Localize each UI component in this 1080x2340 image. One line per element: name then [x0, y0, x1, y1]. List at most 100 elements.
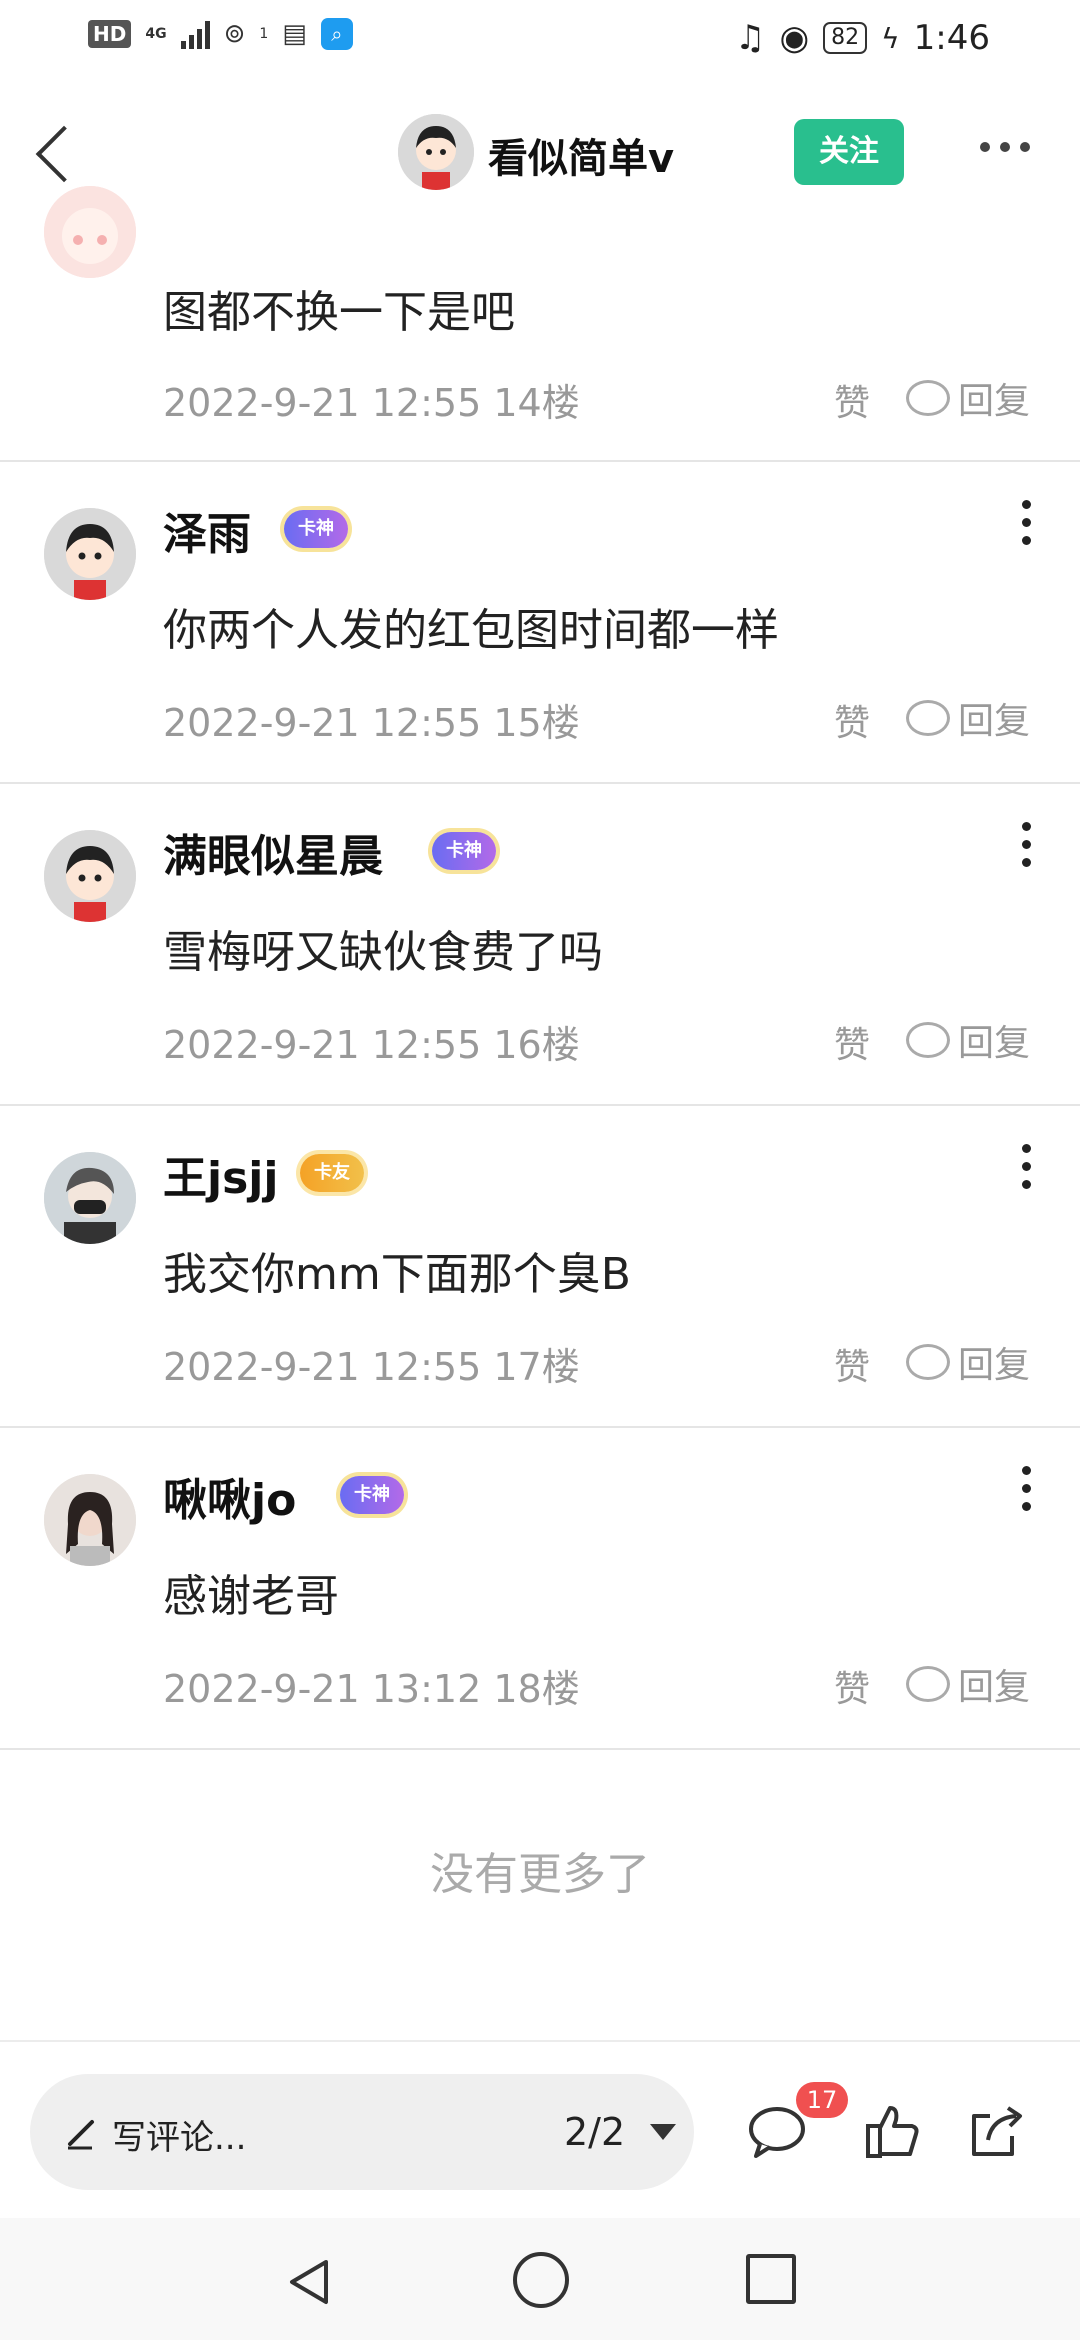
page-title[interactable]: 看似简单v — [488, 126, 674, 184]
nav-recent-apps-icon[interactable] — [746, 2254, 796, 2304]
cartoon-avatar-icon — [44, 508, 136, 600]
hotspot-count: 1 — [259, 26, 269, 42]
commenter-name[interactable]: 满眼似星晨 — [163, 820, 383, 884]
reply-label: 回复 — [958, 1023, 1031, 1064]
comment-more-icon[interactable] — [1020, 500, 1034, 554]
eye-icon: ◉ — [779, 18, 810, 58]
comment-meta: 2022-9-21 12:55 14楼 — [163, 372, 580, 427]
follow-button[interactable]: 关注 — [794, 119, 904, 185]
cartoon-avatar-icon — [44, 830, 136, 922]
commenter-avatar[interactable] — [44, 186, 136, 278]
status-left: HD 4G ⊚ 1 ▤ ⌕ — [88, 18, 353, 50]
comment-bubble-icon — [906, 1666, 950, 1702]
like-button[interactable]: 赞 — [834, 1016, 870, 1068]
commenter-name[interactable]: 啾啾jo — [163, 1464, 296, 1528]
reply-button[interactable]: 回复 — [906, 1014, 1030, 1066]
pencil-icon — [68, 2120, 94, 2150]
comment-meta: 2022-9-21 12:55 17楼 — [163, 1336, 580, 1391]
level-badge: 卡神 — [340, 1476, 404, 1514]
comment-text: 感谢老哥 — [163, 1571, 339, 1622]
nav-home-icon[interactable] — [513, 2252, 569, 2308]
comment-bubble-icon — [906, 1344, 950, 1380]
comment-placeholder: 写评论... — [112, 2118, 247, 2158]
commenter-avatar[interactable] — [44, 830, 136, 922]
clock: 1:46 — [913, 18, 990, 58]
share-icon[interactable] — [966, 2100, 1028, 2162]
comment-more-icon[interactable] — [1020, 1144, 1034, 1198]
comment-meta: 2022-9-21 12:55 16楼 — [163, 1014, 580, 1069]
comment-item: 泽雨 卡神 你两个人发的红包图时间都一样 2022-9-21 12:55 15楼… — [0, 460, 1080, 784]
more-options-icon[interactable] — [980, 142, 1030, 152]
headphones-icon: ♫ — [735, 18, 766, 58]
comment-more-icon[interactable] — [1020, 822, 1034, 876]
reply-label: 回复 — [958, 381, 1031, 422]
level-badge: 卡友 — [300, 1154, 364, 1192]
comment-date: 2022-9-21 12:55 — [163, 381, 482, 425]
comment-date: 2022-9-21 12:55 — [163, 701, 482, 745]
hd-indicator: HD — [88, 20, 132, 48]
reply-label: 回复 — [958, 1345, 1031, 1386]
hotspot-icon: ⊚ — [223, 19, 246, 49]
commenter-avatar[interactable] — [44, 508, 136, 600]
comment-meta: 2022-9-21 13:12 18楼 — [163, 1658, 580, 1713]
system-nav-bar — [0, 2218, 1080, 2340]
charging-icon: ϟ — [881, 21, 900, 55]
comment-floor: 15楼 — [493, 701, 580, 745]
level-badge: 卡神 — [284, 510, 348, 548]
reply-button[interactable]: 回复 — [906, 692, 1030, 744]
comment-count-badge: 17 — [796, 2082, 848, 2118]
comment-text: 雪梅呀又缺伙食费了吗 — [163, 927, 603, 978]
comment-more-icon[interactable] — [1020, 1466, 1034, 1520]
end-of-list-text: 没有更多了 — [430, 1849, 650, 1900]
commenter-avatar[interactable] — [44, 1152, 136, 1244]
status-bar: HD 4G ⊚ 1 ▤ ⌕ ♫ ◉ 82 ϟ 1:46 — [0, 0, 1080, 84]
comment-floor: 14楼 — [493, 381, 580, 425]
level-badge: 卡神 — [432, 832, 496, 870]
like-button[interactable]: 赞 — [834, 1660, 870, 1712]
comment-bubble-icon — [906, 380, 950, 416]
reply-button[interactable]: 回复 — [906, 1336, 1030, 1388]
signal-icon — [180, 19, 210, 49]
radio-icon: ▤ — [282, 19, 307, 49]
search-app-icon: ⌕ — [320, 18, 353, 50]
comment-floor: 18楼 — [493, 1667, 580, 1711]
nav-back-icon[interactable] — [282, 2254, 338, 2310]
commenter-avatar[interactable] — [44, 1474, 136, 1566]
anime-avatar-icon — [44, 1152, 136, 1244]
comment-floor: 17楼 — [493, 1345, 580, 1389]
comment-meta: 2022-9-21 12:55 15楼 — [163, 692, 580, 747]
comment-item: 王jsjj 卡友 我交你mm下面那个臭B 2022-9-21 12:55 17楼… — [0, 1104, 1080, 1428]
status-right: ♫ ◉ 82 ϟ 1:46 — [735, 18, 990, 58]
reply-label: 回复 — [958, 1667, 1031, 1708]
bottom-action-bar: 写评论... 2/2 17 — [0, 2040, 1080, 2220]
comment-text: 你两个人发的红包图时间都一样 — [163, 605, 779, 656]
like-button[interactable]: 赞 — [834, 694, 870, 746]
comment-date: 2022-9-21 12:55 — [163, 1023, 482, 1067]
title-bar: 看似简单v 关注 — [0, 84, 1080, 220]
comment-item: 图都不换一下是吧 2022-9-21 12:55 14楼 赞 回复 — [0, 186, 1080, 462]
cartoon-avatar-icon — [44, 186, 136, 278]
comment-bubble-icon — [906, 1022, 950, 1058]
dropdown-caret-icon[interactable] — [650, 2124, 676, 2140]
reply-button[interactable]: 回复 — [906, 372, 1030, 424]
comment-floor: 16楼 — [493, 1023, 580, 1067]
cartoon-avatar-icon — [398, 114, 474, 190]
comment-item: 啾啾jo 卡神 感谢老哥 2022-9-21 13:12 18楼 赞 回复 — [0, 1426, 1080, 1750]
author-avatar[interactable] — [398, 114, 474, 190]
reply-button[interactable]: 回复 — [906, 1658, 1030, 1710]
thumbs-up-icon[interactable] — [862, 2100, 924, 2162]
comment-text: 图都不换一下是吧 — [163, 287, 515, 338]
network-type: 4G — [145, 26, 167, 42]
photo-avatar-icon — [44, 1474, 136, 1566]
commenter-name[interactable]: 王jsjj — [163, 1142, 278, 1206]
commenter-name[interactable]: 泽雨 — [163, 498, 251, 562]
comment-bubble-icon — [906, 700, 950, 736]
comment-date: 2022-9-21 13:12 — [163, 1667, 482, 1711]
comment-input[interactable]: 写评论... 2/2 — [30, 2074, 694, 2190]
comment-text: 我交你mm下面那个臭B — [163, 1249, 631, 1300]
page-indicator[interactable]: 2/2 — [564, 2110, 625, 2154]
back-button[interactable] — [26, 120, 86, 190]
like-button[interactable]: 赞 — [834, 1338, 870, 1390]
comment-date: 2022-9-21 12:55 — [163, 1345, 482, 1389]
like-button[interactable]: 赞 — [834, 374, 870, 426]
